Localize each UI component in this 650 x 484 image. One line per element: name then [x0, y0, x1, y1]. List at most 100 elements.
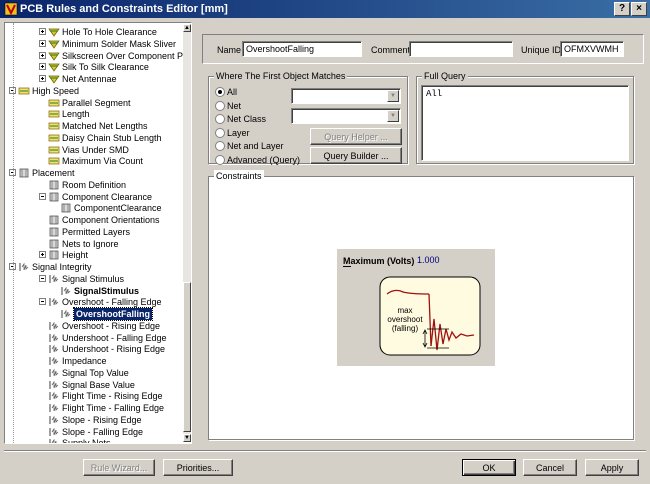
tree-item[interactable]: Room Definition	[5, 179, 181, 191]
collapse-icon[interactable]	[39, 298, 46, 306]
signal-integrity-icon	[48, 368, 60, 378]
tree-item[interactable]: Net Antennae	[5, 73, 181, 85]
tree-item[interactable]: SignalStimulus	[5, 285, 181, 297]
expand-icon[interactable]	[39, 251, 46, 259]
tree-item[interactable]: Silk To Silk Clearance	[5, 61, 181, 73]
rule-header-panel: Name OvershootFalling Comment Unique ID …	[202, 34, 644, 64]
tree-item[interactable]: ComponentClearance	[5, 202, 181, 214]
tree-item[interactable]: Slope - Rising Edge	[5, 414, 181, 426]
query-builder-button[interactable]: Query Builder ...	[310, 147, 402, 164]
radio-button[interactable]	[215, 87, 225, 97]
scroll-up-icon[interactable]: ▲	[183, 24, 191, 32]
tree-item[interactable]: Component Orientations	[5, 214, 181, 226]
full-query-group: Full Query All	[416, 70, 634, 164]
tree-item-label: Matched Net Lengths	[62, 121, 148, 131]
diagram-line-3: (falling)	[391, 324, 419, 333]
tree-item[interactable]: Parallel Segment	[5, 97, 181, 109]
signal-integrity-icon	[48, 333, 60, 343]
tree-item-label: Overshoot - Falling Edge	[62, 297, 162, 308]
radio-label[interactable]: All	[227, 86, 237, 98]
tree-item[interactable]: Supply Nets	[5, 437, 181, 443]
scroll-down-icon[interactable]: ▼	[183, 434, 191, 442]
rules-tree[interactable]: Hole To Hole Clearance Minimum Solder Mas…	[4, 22, 192, 444]
title-bar[interactable]: PCB Rules and Constraints Editor [mm] ? …	[0, 0, 650, 18]
tree-item[interactable]: Signal Top Value	[5, 367, 181, 379]
help-button[interactable]: ?	[614, 2, 630, 16]
tree-item[interactable]: Minimum Solder Mask Sliver	[5, 38, 181, 50]
tree-item-label: Placement	[32, 168, 75, 178]
tree-item[interactable]: Slope - Falling Edge	[5, 426, 181, 438]
max-volts-value[interactable]: 1.000	[417, 254, 440, 266]
query-helper-button[interactable]: Query Helper ...	[310, 128, 402, 145]
priorities-button[interactable]: Priorities...	[163, 459, 233, 476]
rule-icon	[48, 27, 60, 37]
cancel-button[interactable]: Cancel	[523, 459, 577, 476]
tree-item[interactable]: Vias Under SMD	[5, 144, 181, 156]
tree-item[interactable]: Hole To Hole Clearance	[5, 26, 181, 38]
tree-item-label: Impedance	[62, 356, 107, 366]
radio-button[interactable]	[215, 155, 225, 165]
tree-item-label: Slope - Rising Edge	[62, 414, 142, 425]
expand-icon[interactable]	[39, 63, 46, 71]
expand-icon[interactable]	[39, 51, 46, 59]
radio-label[interactable]: Advanced (Query)	[227, 154, 300, 166]
apply-button[interactable]: Apply	[585, 459, 639, 476]
tree-item[interactable]: Permitted Layers	[5, 226, 181, 238]
radio-label[interactable]: Net	[227, 100, 241, 112]
tree-item[interactable]: Silkscreen Over Component Pads	[5, 50, 191, 62]
tree-item[interactable]: Component Clearance	[5, 191, 181, 203]
name-field[interactable]: OvershootFalling	[242, 41, 362, 57]
signal-integrity-icon	[60, 309, 72, 319]
first-object-group: Where The First Object Matches All Net Net…	[208, 70, 408, 166]
collapse-icon[interactable]	[39, 192, 46, 200]
tree-item-label: Silkscreen Over Component Pads	[62, 50, 192, 61]
ok-button[interactable]: OK	[462, 459, 516, 476]
tree-item[interactable]: Undershoot - Falling Edge	[5, 332, 181, 344]
radio-button[interactable]	[215, 100, 225, 111]
tree-item[interactable]: Maximum Via Count	[5, 155, 181, 167]
tree-item[interactable]: Flight Time - Falling Edge	[5, 402, 181, 414]
tree-item[interactable]: Placement	[5, 167, 181, 179]
radio-label[interactable]: Net Class	[227, 113, 266, 125]
radio-button[interactable]	[215, 127, 225, 138]
signal-integrity-icon	[48, 391, 60, 401]
category-icon	[48, 98, 60, 108]
close-button[interactable]: ×	[631, 2, 647, 16]
collapse-icon[interactable]	[39, 274, 46, 282]
tree-item[interactable]: Undershoot - Rising Edge	[5, 343, 181, 355]
tree-item[interactable]: Daisy Chain Stub Length	[5, 132, 181, 144]
tree-item-label: Slope - Falling Edge	[62, 426, 144, 437]
scroll-thumb[interactable]	[183, 282, 191, 432]
rule-wizard-button[interactable]: Rule Wizard...	[83, 459, 155, 476]
expand-icon[interactable]	[39, 28, 46, 35]
radio-button[interactable]	[215, 141, 225, 152]
radio-label[interactable]: Net and Layer	[227, 140, 284, 152]
placement-icon	[48, 250, 60, 260]
radio-label[interactable]: Layer	[227, 127, 250, 139]
tree-item[interactable]: Impedance	[5, 355, 181, 367]
tree-item[interactable]: Matched Net Lengths	[5, 120, 181, 132]
tree-item[interactable]: Signal Base Value	[5, 379, 181, 391]
tree-item[interactable]: Signal Integrity	[5, 261, 181, 273]
tree-item[interactable]: Overshoot - Rising Edge	[5, 320, 181, 332]
radio-button[interactable]	[215, 114, 225, 125]
net-class-combo[interactable]: ▼	[291, 108, 401, 124]
unique-id-field[interactable]: OFMXVWMH	[560, 41, 624, 57]
tree-item[interactable]: Flight Time - Rising Edge	[5, 390, 181, 402]
tree-item[interactable]: OvershootFalling	[5, 307, 181, 321]
pcb-app-icon	[4, 2, 18, 16]
tree-item[interactable]: Length	[5, 108, 181, 120]
placement-icon	[48, 215, 60, 225]
diagram-caption: max overshoot (falling)	[385, 306, 425, 333]
comment-field[interactable]	[409, 41, 513, 57]
expand-icon[interactable]	[39, 75, 46, 82]
tree-item[interactable]: Height	[5, 249, 181, 261]
tree-scrollbar[interactable]: ▲ ▼	[183, 24, 191, 442]
net-combo[interactable]: ▼	[291, 88, 401, 104]
full-query-text[interactable]: All	[421, 85, 629, 161]
tree-item[interactable]: High Speed	[5, 85, 181, 97]
tree-item[interactable]: Signal Stimulus	[5, 273, 181, 285]
tree-item[interactable]: Overshoot - Falling Edge	[5, 296, 181, 308]
tree-item[interactable]: Nets to Ignore	[5, 238, 181, 250]
expand-icon[interactable]	[39, 39, 46, 47]
